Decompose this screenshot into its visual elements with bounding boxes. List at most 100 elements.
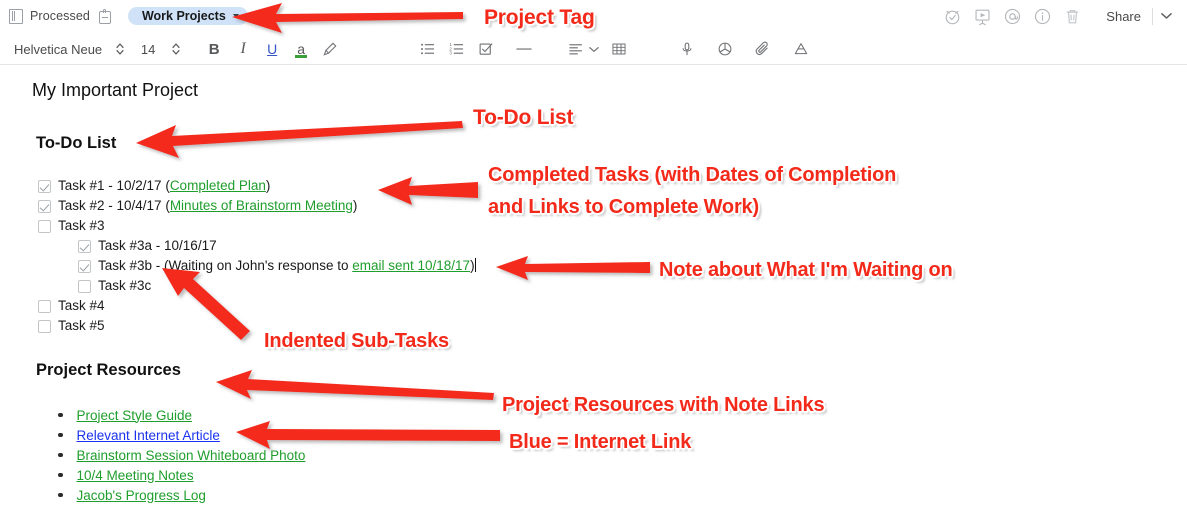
project-tag-chip[interactable]: Work Projects: [127, 7, 248, 25]
mention-at-icon[interactable]: [997, 3, 1027, 29]
task-label-suffix: ): [265, 178, 271, 193]
task-link[interactable]: Completed Plan: [170, 178, 266, 193]
task-label: Task #3a - 10/16/17: [98, 238, 217, 253]
task-row: Task #3b - (Waiting on John's response t…: [78, 257, 476, 277]
bullet-list-icon[interactable]: [417, 37, 439, 61]
task-checkbox-checked[interactable]: [38, 180, 51, 193]
resource-note-link[interactable]: Brainstorm Session Whiteboard Photo: [77, 448, 306, 463]
task-text[interactable]: Task #3b - (Waiting on John's response t…: [98, 257, 476, 275]
task-checkbox-checked[interactable]: [78, 240, 91, 253]
arrow-project-resources: [216, 370, 494, 400]
camera-icon[interactable]: [714, 37, 736, 61]
annotation-label: and Links to Complete Work): [488, 196, 759, 218]
top-toolbar-right: Share: [937, 3, 1187, 29]
task-link[interactable]: email sent 10/18/17: [352, 258, 470, 273]
task-row: Task #3: [38, 217, 476, 237]
svg-text:3: 3: [450, 51, 453, 56]
resource-note-link[interactable]: Jacob's Progress Log: [77, 488, 206, 503]
align-left-icon[interactable]: [565, 37, 587, 61]
bullet-icon: [58, 492, 63, 498]
font-size-input[interactable]: 14: [138, 42, 158, 57]
table-icon[interactable]: [608, 37, 630, 61]
list-item: Project Style Guide: [58, 405, 305, 425]
info-icon[interactable]: [1027, 3, 1057, 29]
task-text[interactable]: Task #3a - 10/16/17: [98, 237, 217, 255]
font-size-stepper[interactable]: [165, 38, 187, 60]
annotation-label: Project Resources with Note Links: [502, 394, 825, 416]
bullet-icon: [58, 472, 63, 478]
task-checkbox-unchecked[interactable]: [38, 300, 51, 313]
tag-icon[interactable]: [98, 8, 111, 24]
resource-note-link[interactable]: 10/4 Meeting Notes: [77, 468, 194, 483]
text-cursor: [474, 258, 476, 272]
trash-icon[interactable]: [1057, 3, 1087, 29]
task-row: Task #1 - 10/2/17 (Completed Plan): [38, 177, 476, 197]
task-label: Task #5: [58, 318, 105, 333]
share-button[interactable]: Share: [1095, 4, 1152, 28]
todo-task-list: Task #1 - 10/2/17 (Completed Plan) Task #…: [38, 177, 476, 337]
chevron-down-icon: [232, 14, 239, 18]
resources-heading[interactable]: Project Resources: [36, 361, 181, 380]
screenshot-root: Processed Work Projects Share Helvetica …: [0, 0, 1187, 522]
task-label: Task #4: [58, 298, 105, 313]
task-text[interactable]: Task #3: [58, 217, 105, 235]
resource-internet-link[interactable]: Relevant Internet Article: [77, 428, 220, 443]
annotation-label: Blue = Internet Link: [509, 431, 692, 453]
arrow-todo-list: [136, 121, 463, 158]
task-row: Task #5: [38, 317, 476, 337]
annotation-label: Note about What I'm Waiting on: [659, 259, 953, 281]
google-drive-icon[interactable]: [790, 37, 812, 61]
list-item: 10/4 Meeting Notes: [58, 465, 305, 485]
resource-note-link[interactable]: Project Style Guide: [77, 408, 193, 423]
list-item: Relevant Internet Article: [58, 425, 305, 445]
share-button-label: Share: [1106, 8, 1141, 24]
task-label: Task #3: [58, 218, 105, 233]
list-item: Brainstorm Session Whiteboard Photo: [58, 445, 305, 465]
numbered-list-icon[interactable]: 123: [446, 37, 468, 61]
highlighter-icon[interactable]: [319, 37, 341, 61]
paperclip-icon[interactable]: [752, 37, 774, 61]
task-label: Task #3b - (Waiting on John's response t…: [98, 258, 353, 273]
annotation-label: To-Do List: [473, 106, 574, 129]
task-text[interactable]: Task #1 - 10/2/17 (Completed Plan): [58, 177, 270, 195]
task-checkbox-unchecked[interactable]: [38, 320, 51, 333]
font-family-stepper[interactable]: [109, 38, 131, 60]
task-text[interactable]: Task #4: [58, 297, 105, 315]
task-text[interactable]: Task #3c: [98, 277, 151, 295]
share-dropdown-chevron-down-icon[interactable]: [1153, 4, 1179, 28]
bullet-icon: [58, 412, 63, 418]
task-text[interactable]: Task #5: [58, 317, 105, 335]
page-title[interactable]: My Important Project: [32, 80, 198, 101]
todo-heading[interactable]: To-Do List: [36, 134, 116, 153]
top-toolbar: Processed Work Projects Share: [0, 0, 1187, 32]
notebook-icon: [9, 8, 23, 24]
task-text[interactable]: Task #2 - 10/4/17 (Minutes of Brainstorm…: [58, 197, 357, 215]
task-row: Task #3c: [78, 277, 476, 297]
task-checkbox-unchecked[interactable]: [38, 220, 51, 233]
horizontal-rule-icon[interactable]: [513, 37, 535, 61]
task-checkbox-checked[interactable]: [78, 260, 91, 273]
task-link[interactable]: Minutes of Brainstorm Meeting: [170, 198, 353, 213]
bullet-icon: [58, 432, 63, 438]
arrow-waiting-note: [496, 256, 650, 280]
underline-button[interactable]: U: [261, 37, 283, 61]
task-label-suffix: ): [352, 198, 358, 213]
presentation-icon[interactable]: [967, 3, 997, 29]
project-resources-list: Project Style Guide Relevant Internet Art…: [58, 405, 305, 505]
task-checkbox-unchecked[interactable]: [78, 280, 91, 293]
reminder-alarm-icon[interactable]: [937, 3, 967, 29]
bullet-icon: [58, 452, 63, 458]
bold-button[interactable]: B: [203, 37, 225, 61]
task-row: Task #2 - 10/4/17 (Minutes of Brainstorm…: [38, 197, 476, 217]
project-tag-label: Work Projects: [141, 9, 226, 23]
align-dropdown-chevron-down-icon[interactable]: [587, 37, 601, 61]
notebook-name-label[interactable]: Processed: [30, 9, 90, 23]
task-label: Task #1 - 10/2/17 (: [58, 178, 170, 193]
checklist-icon[interactable]: [475, 37, 497, 61]
font-family-select[interactable]: Helvetica Neue: [14, 42, 102, 57]
italic-button[interactable]: I: [232, 37, 254, 61]
microphone-icon[interactable]: [676, 37, 698, 61]
task-label: Task #2 - 10/4/17 (: [58, 198, 170, 213]
text-color-button[interactable]: a: [290, 37, 312, 61]
task-checkbox-checked[interactable]: [38, 200, 51, 213]
